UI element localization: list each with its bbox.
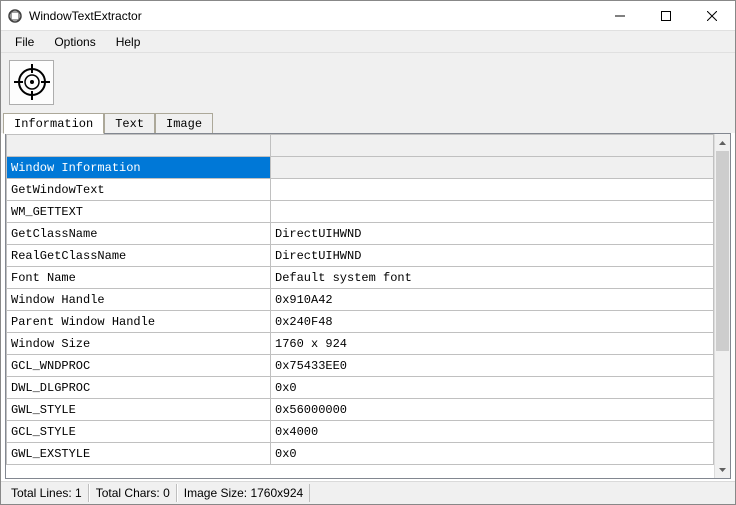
grid-key: GWL_STYLE	[7, 399, 271, 421]
grid-row[interactable]: GWL_STYLE0x56000000	[7, 399, 714, 421]
window-buttons	[597, 1, 735, 30]
grid-value	[271, 179, 714, 201]
grid-value: 0x0	[271, 443, 714, 465]
app-icon	[7, 8, 23, 24]
scroll-down-button[interactable]	[715, 461, 730, 478]
grid-key: GetWindowText	[7, 179, 271, 201]
grid-value: DirectUIHWND	[271, 245, 714, 267]
grid-key: WM_GETTEXT	[7, 201, 271, 223]
grid-value: 1760 x 924	[271, 333, 714, 355]
target-finder-button[interactable]	[9, 60, 54, 105]
grid-row[interactable]: DWL_DLGPROC0x0	[7, 377, 714, 399]
grid-section-row[interactable]: Window Information	[7, 157, 714, 179]
grid-row[interactable]: WM_GETTEXT	[7, 201, 714, 223]
grid-key: GCL_STYLE	[7, 421, 271, 443]
grid-value: DirectUIHWND	[271, 223, 714, 245]
grid-key: Window Size	[7, 333, 271, 355]
status-bar: Total Lines: 1 Total Chars: 0 Image Size…	[1, 481, 735, 504]
tab-strip: Information Text Image	[1, 111, 735, 133]
grid-value: Default system font	[271, 267, 714, 289]
grid-row[interactable]: GetWindowText	[7, 179, 714, 201]
status-total-chars: Total Chars: 0	[89, 484, 177, 502]
menu-file[interactable]: File	[5, 33, 44, 51]
scroll-up-button[interactable]	[715, 134, 730, 151]
grid-section-label: Window Information	[7, 157, 271, 179]
grid-key: DWL_DLGPROC	[7, 377, 271, 399]
grid-row[interactable]: RealGetClassNameDirectUIHWND	[7, 245, 714, 267]
grid-value: 0x0	[271, 377, 714, 399]
status-total-lines: Total Lines: 1	[5, 484, 89, 502]
tab-text[interactable]: Text	[104, 113, 155, 133]
grid-key: Font Name	[7, 267, 271, 289]
grid-key: Parent Window Handle	[7, 311, 271, 333]
crosshair-icon	[14, 64, 50, 100]
content-area: Window InformationGetWindowTextWM_GETTEX…	[5, 133, 731, 479]
grid-value: 0x240F48	[271, 311, 714, 333]
grid-key: RealGetClassName	[7, 245, 271, 267]
grid-key: Window Handle	[7, 289, 271, 311]
vertical-scrollbar[interactable]	[714, 134, 731, 478]
grid-value: 0x910A42	[271, 289, 714, 311]
grid-row[interactable]: GCL_WNDPROC0x75433EE0	[7, 355, 714, 377]
scroll-thumb[interactable]	[716, 151, 729, 351]
window-title: WindowTextExtractor	[29, 9, 597, 23]
grid-row[interactable]: Parent Window Handle0x240F48	[7, 311, 714, 333]
title-bar: WindowTextExtractor	[1, 1, 735, 31]
menu-bar: File Options Help	[1, 31, 735, 53]
grid-key: GetClassName	[7, 223, 271, 245]
grid-row[interactable]: GetClassNameDirectUIHWND	[7, 223, 714, 245]
grid-key: GCL_WNDPROC	[7, 355, 271, 377]
property-grid[interactable]: Window InformationGetWindowTextWM_GETTEX…	[6, 134, 714, 478]
grid-row[interactable]: Window Size1760 x 924	[7, 333, 714, 355]
grid-header-row	[7, 135, 714, 157]
grid-value: 0x75433EE0	[271, 355, 714, 377]
tab-information[interactable]: Information	[3, 113, 104, 134]
scroll-track[interactable]	[715, 151, 730, 461]
tab-image[interactable]: Image	[155, 113, 213, 133]
menu-help[interactable]: Help	[106, 33, 151, 51]
grid-row[interactable]: Font NameDefault system font	[7, 267, 714, 289]
grid-value	[271, 201, 714, 223]
grid-row[interactable]: GCL_STYLE0x4000	[7, 421, 714, 443]
minimize-button[interactable]	[597, 1, 643, 30]
grid-value: 0x4000	[271, 421, 714, 443]
status-image-size: Image Size: 1760x924	[177, 484, 310, 502]
menu-options[interactable]: Options	[44, 33, 105, 51]
grid-value: 0x56000000	[271, 399, 714, 421]
grid-header-value[interactable]	[271, 135, 714, 157]
grid-section-value	[271, 157, 714, 179]
maximize-button[interactable]	[643, 1, 689, 30]
grid-key: GWL_EXSTYLE	[7, 443, 271, 465]
grid-header-name[interactable]	[7, 135, 271, 157]
toolbar	[1, 53, 735, 111]
grid-row[interactable]: Window Handle0x910A42	[7, 289, 714, 311]
close-button[interactable]	[689, 1, 735, 30]
grid-row[interactable]: GWL_EXSTYLE0x0	[7, 443, 714, 465]
